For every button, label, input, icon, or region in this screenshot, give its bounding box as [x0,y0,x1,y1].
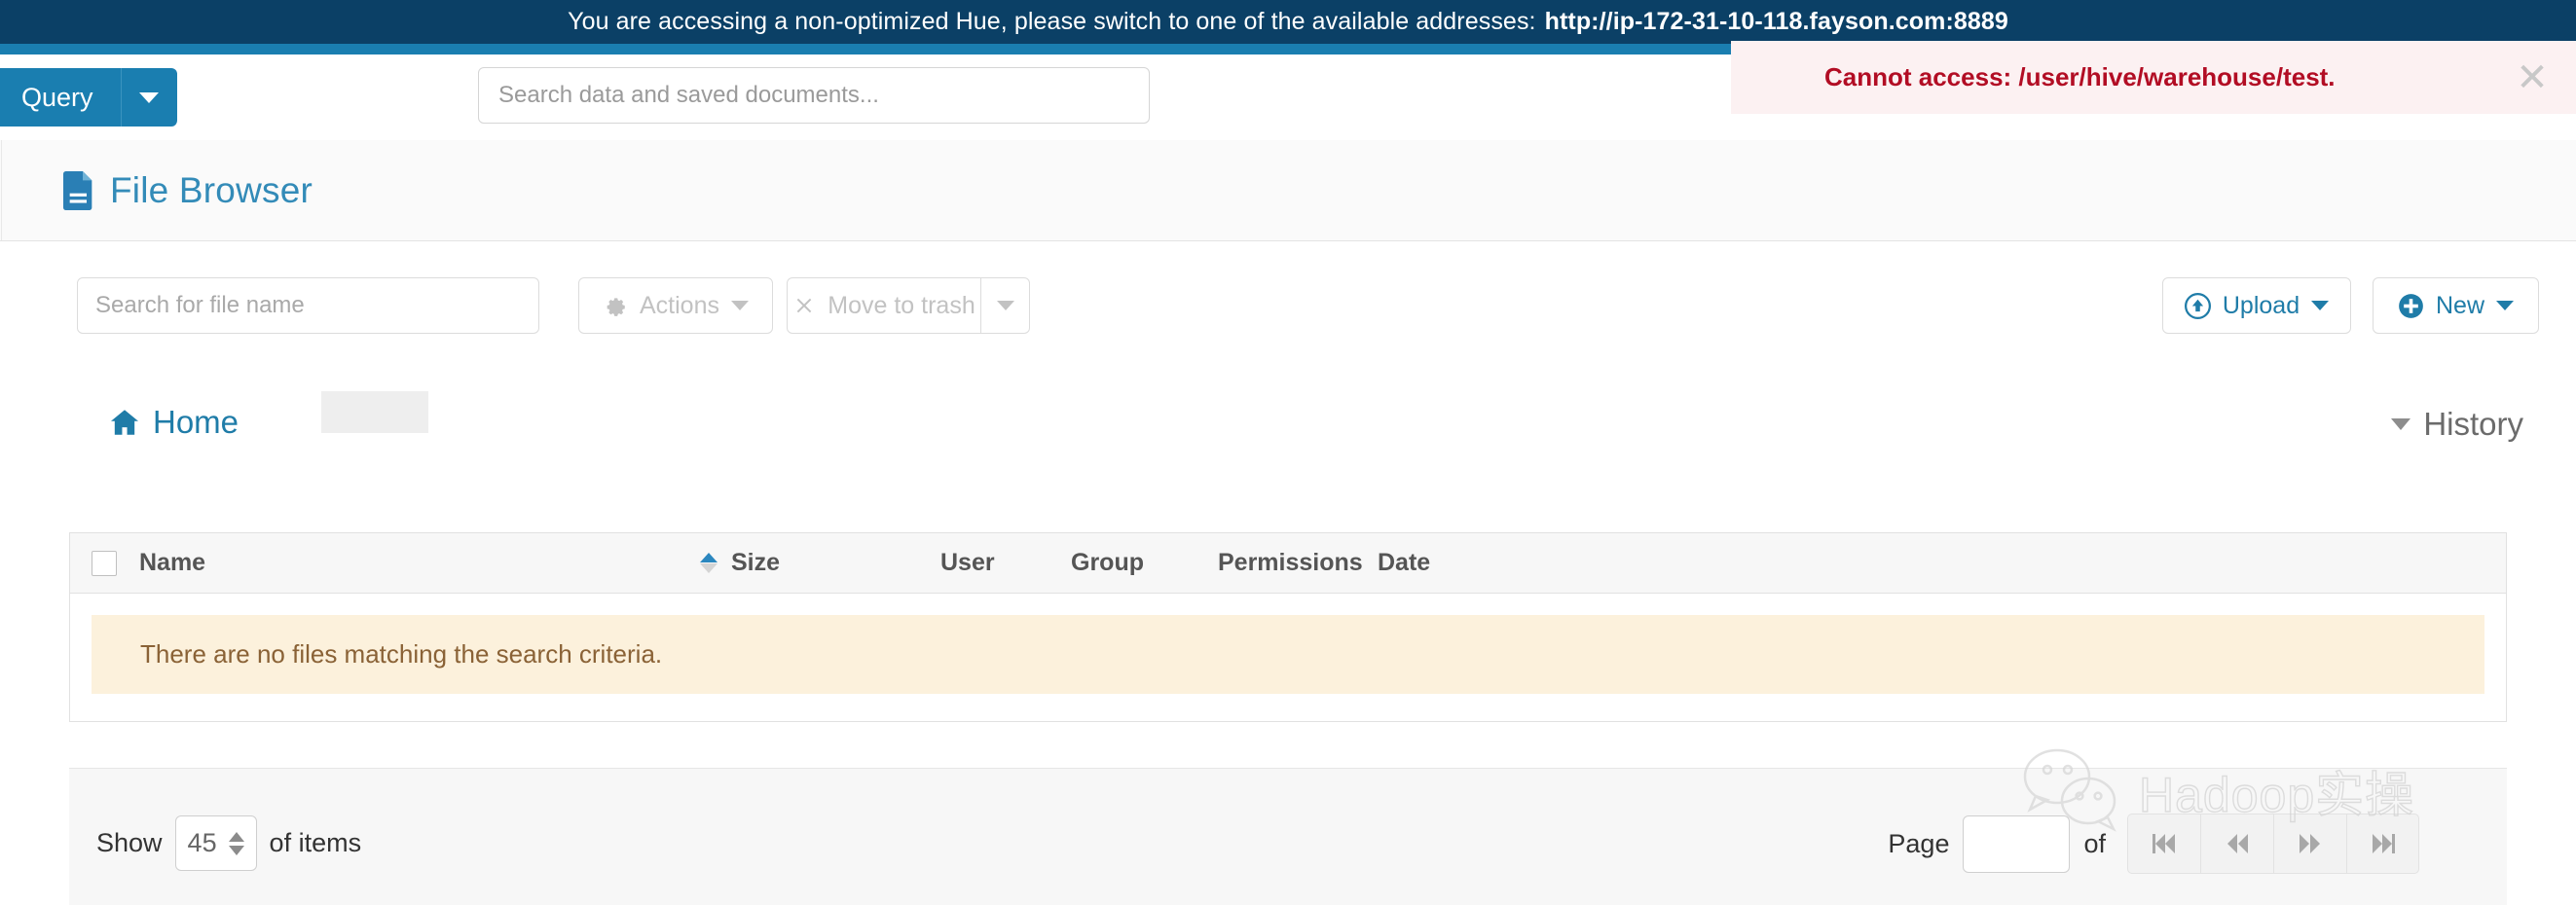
query-button-group[interactable]: Query [0,68,177,127]
breadcrumb-path-placeholder[interactable] [321,391,428,433]
actions-button[interactable]: Actions [578,277,773,334]
error-toast: Cannot access: /user/hive/warehouse/test… [1731,41,2576,114]
pagination-group: Page of [1888,814,2419,874]
breadcrumb: Home History [0,391,2576,462]
upload-button[interactable]: Upload [2162,277,2351,334]
file-document-icon [63,170,92,210]
file-browser-toolbar: Actions Move to trash Upload [0,277,2576,342]
caret-down-icon [2391,418,2411,430]
select-all-checkbox[interactable] [91,550,117,576]
move-to-trash-dropdown-toggle[interactable] [981,277,1030,334]
move-to-trash-group: Move to trash [787,277,1030,334]
column-header-date[interactable]: Date [1378,549,1572,577]
chevron-down-icon [2311,301,2330,310]
home-icon [111,410,138,435]
query-button[interactable]: Query [0,68,121,127]
show-label: Show [96,828,163,857]
gear-icon [603,293,628,318]
column-header-date-label: Date [1378,549,1431,576]
of-label: of [2083,828,2106,858]
last-page-button[interactable] [2346,814,2419,874]
page-number-input[interactable] [1963,814,2071,873]
items-per-page-group: Show 45 of items [96,815,361,871]
pager-buttons [2127,814,2419,874]
column-header-name-label: Name [139,549,206,576]
column-header-name[interactable]: Name [137,549,721,577]
column-header-permissions-label: Permissions [1218,549,1363,576]
stepper-arrows-icon[interactable] [228,831,244,855]
banner-url[interactable]: http://ip-172-31-10-118.fayson.com:8889 [1545,8,2008,36]
page-title: File Browser [110,169,313,210]
table-footer: Show 45 of items Page of [69,768,2507,905]
banner-message: You are accessing a non-optimized Hue, p… [568,8,1536,35]
column-header-size[interactable]: Size [700,549,940,577]
new-button-label: New [2435,291,2484,319]
next-page-button[interactable] [2273,814,2346,874]
column-header-group-label: Group [1071,549,1144,576]
of-items-label: of items [269,828,362,857]
file-search-input[interactable] [77,277,539,334]
query-dropdown-toggle[interactable] [120,68,177,127]
move-to-trash-label: Move to trash [828,291,975,319]
select-all-cell [70,550,137,576]
file-listing-table: Name Size User Group Permissions Date Th… [69,532,2507,722]
x-mark-icon [792,294,816,317]
actions-button-label: Actions [640,291,719,319]
history-toggle[interactable]: History [2391,406,2523,443]
global-search-input[interactable] [478,67,1150,124]
previous-page-button[interactable] [2200,814,2273,874]
column-header-permissions[interactable]: Permissions [1218,549,1378,577]
chevron-down-icon [2496,301,2514,310]
new-button[interactable]: New [2373,277,2539,334]
plus-circle-icon [2398,293,2424,319]
page-title-bar: File Browser [0,140,2576,241]
history-label: History [2423,406,2523,442]
sort-arrows-icon [700,553,718,573]
breadcrumb-item-home[interactable]: Home [109,404,239,441]
page-label: Page [1888,828,1950,858]
non-optimized-hue-banner: You are accessing a non-optimized Hue, p… [0,0,2576,44]
upload-circle-icon [2184,292,2211,319]
empty-state-message: There are no files matching the search c… [92,615,2484,694]
column-header-size-label: Size [731,549,781,576]
close-icon[interactable]: ✕ [2510,55,2555,100]
column-header-user[interactable]: User [940,549,1071,577]
breadcrumb-home-label: Home [153,404,239,440]
error-toast-message: Cannot access: /user/hive/warehouse/test… [1824,62,2336,91]
chevron-down-icon [996,301,1014,310]
chevron-down-icon [730,301,749,310]
items-per-page-stepper[interactable]: 45 [174,815,257,871]
column-header-user-label: User [940,549,995,576]
table-body: There are no files matching the search c… [70,594,2506,721]
upload-button-label: Upload [2222,291,2300,319]
column-header-group[interactable]: Group [1071,549,1218,577]
items-per-page-value: 45 [187,828,217,857]
chevron-down-icon [139,91,160,103]
move-to-trash-button[interactable]: Move to trash [787,277,981,334]
table-header-row: Name Size User Group Permissions Date [70,533,2506,594]
first-page-button[interactable] [2127,814,2200,874]
